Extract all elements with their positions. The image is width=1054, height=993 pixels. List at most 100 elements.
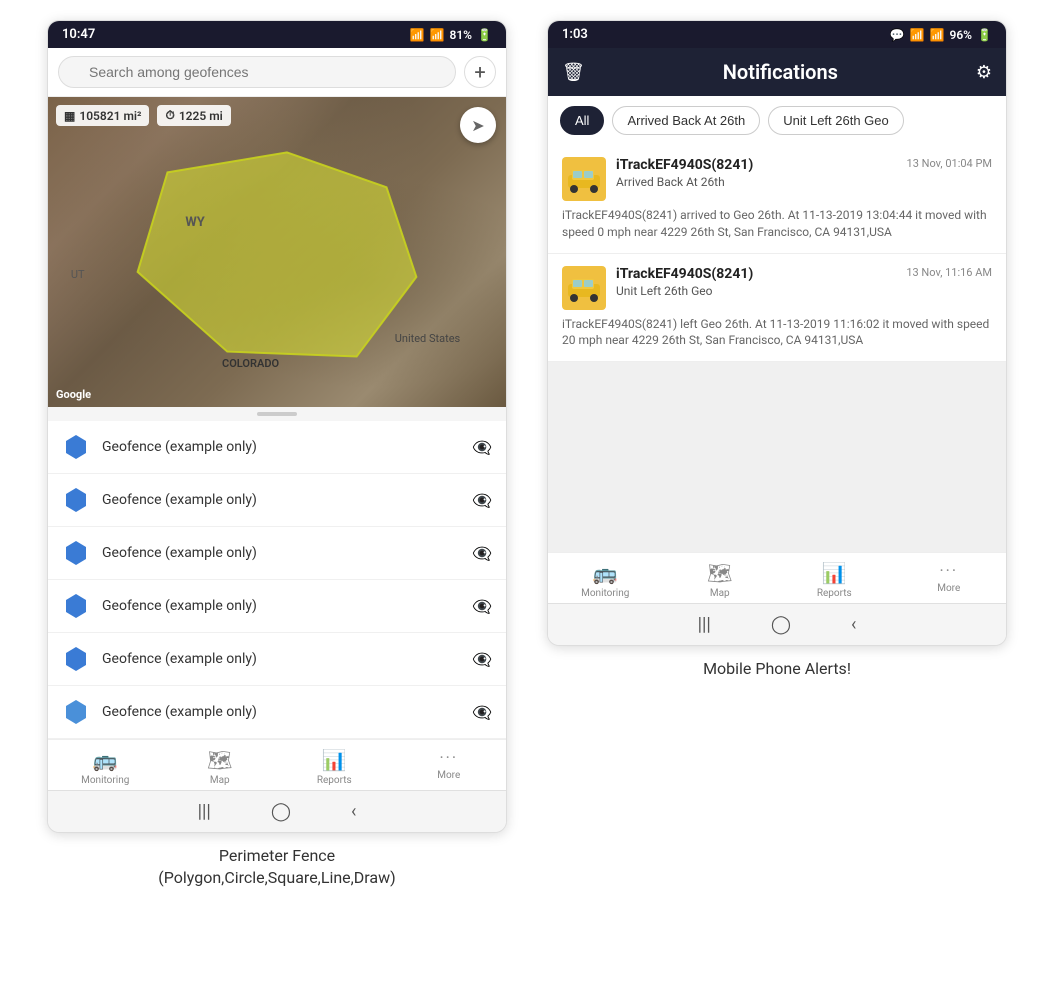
notification-card-1[interactable]: iTrackEF4940S(8241) 13 Nov, 01:04 PM Arr… [548,145,1006,254]
google-logo: Google [56,388,91,401]
search-wrapper[interactable]: 🔍 [58,56,456,88]
battery-label: 81% [449,28,472,42]
nav-map-left[interactable]: 🗺 Map [163,748,278,786]
notif-body-1: iTrackEF4940S(8241) 13 Nov, 01:04 PM Arr… [616,157,992,189]
geofence-icon-1 [62,433,90,461]
geofence-icon-2 [62,486,90,514]
eye-slash-icon-1[interactable]: 👁‍🗨 [472,438,492,457]
notifications-title: Notifications [597,60,964,84]
geofence-icon-4 [62,592,90,620]
right-status-bar: 1:03 💬 📶 📶 96% 🔋 [548,21,1006,48]
recents-button-left[interactable]: ||| [198,801,211,822]
monitoring-label-left: Monitoring [81,775,129,786]
area-icon: ▦ [64,109,75,123]
right-phone-wrapper: 1:03 💬 📶 📶 96% 🔋 🗑 Notifications ⚙ All A… [547,20,1007,681]
list-item[interactable]: Geofence (example only) 👁‍🗨 [48,474,506,527]
stat-area: ▦ 105821 mi² [56,105,149,126]
right-time: 1:03 [562,27,588,42]
notif-header-2: iTrackEF4940S(8241) 13 Nov, 11:16 AM Uni… [562,266,992,310]
back-button-right[interactable]: ‹ [851,614,856,635]
reports-icon-right: 📊 [822,561,847,585]
settings-icon[interactable]: ⚙ [976,62,992,83]
signal-icon-right: 📶 [930,28,945,42]
left-bottom-nav: 🚌 Monitoring 🗺 Map 📊 Reports ··· More [48,739,506,790]
map-stats: ▦ 105821 mi² ⏱ 1225 mi [56,105,231,126]
notif-body-2: iTrackEF4940S(8241) 13 Nov, 11:16 AM Uni… [616,266,992,298]
geofence-name-5: Geofence (example only) [102,651,460,667]
filter-all[interactable]: All [560,106,604,135]
list-item[interactable]: Geofence (example only) 👁‍🗨 [48,686,506,739]
scroll-indicator [48,407,506,421]
eye-slash-icon-5[interactable]: 👁‍🗨 [472,650,492,669]
nav-monitoring-left[interactable]: 🚌 Monitoring [48,748,163,786]
eye-slash-icon-4[interactable]: 👁‍🗨 [472,597,492,616]
search-bar: 🔍 + [48,48,506,97]
filter-left[interactable]: Unit Left 26th Geo [768,106,904,135]
car-avatar-1 [562,157,606,201]
reports-icon-left: 📊 [322,748,347,772]
notification-card-2[interactable]: iTrackEF4940S(8241) 13 Nov, 11:16 AM Uni… [548,254,1006,363]
car-avatar-2 [562,266,606,310]
back-button-left[interactable]: ‹ [351,801,356,822]
geofence-name-6: Geofence (example only) [102,704,460,720]
eye-slash-icon-6[interactable]: 👁‍🗨 [472,703,492,722]
list-item[interactable]: Geofence (example only) 👁‍🗨 [48,527,506,580]
timestamp-2: 13 Nov, 11:16 AM [906,266,992,279]
right-status-icons: 💬 📶 📶 96% 🔋 [890,28,992,42]
more-icon-left: ··· [439,748,458,767]
more-icon-right: ··· [939,561,958,580]
eye-slash-icon-3[interactable]: 👁‍🗨 [472,544,492,563]
left-caption: Perimeter Fence(Polygon,Circle,Square,Li… [158,845,395,890]
left-status-bar: 10:47 📶 📶 81% 🔋 [48,21,506,48]
device-name-1: iTrackEF4940S(8241) [616,157,753,173]
trash-icon[interactable]: 🗑 [562,62,585,83]
scroll-pill [257,412,297,416]
left-time: 10:47 [62,27,95,42]
notif-content-row-2: iTrackEF4940S(8241) 13 Nov, 11:16 AM [616,266,992,282]
geofence-list: Geofence (example only) 👁‍🗨 Geofence (ex… [48,421,506,739]
notifications-header: 🗑 Notifications ⚙ [548,48,1006,96]
map-area[interactable]: ▦ 105821 mi² ⏱ 1225 mi ➤ WY United State… [48,97,506,407]
list-item[interactable]: Geofence (example only) 👁‍🗨 [48,580,506,633]
monitoring-icon-left: 🚌 [93,748,118,772]
notif-header-1: iTrackEF4940S(8241) 13 Nov, 01:04 PM Arr… [562,157,992,201]
signal-icon: 📶 [430,28,445,42]
home-button-left[interactable]: ◯ [271,801,291,822]
eye-slash-icon-2[interactable]: 👁‍🗨 [472,491,492,510]
battery-label-right: 96% [949,28,972,42]
add-geofence-button[interactable]: + [464,56,496,88]
left-phone: 10:47 📶 📶 81% 🔋 🔍 + [47,20,507,833]
geofence-name-1: Geofence (example only) [102,439,460,455]
empty-content-area [548,362,1006,552]
geofence-icon-6 [62,698,90,726]
reports-label-right: Reports [817,588,852,599]
nav-reports-left[interactable]: 📊 Reports [277,748,392,786]
compass-button[interactable]: ➤ [460,107,496,143]
right-sys-nav: ||| ◯ ‹ [548,603,1006,645]
monitoring-icon-right: 🚌 [593,561,618,585]
nav-more-left[interactable]: ··· More [392,748,507,786]
map-label-wy: WY [185,215,204,230]
recents-button-right[interactable]: ||| [698,614,711,635]
map-label-left: Map [210,775,230,786]
map-icon-left: 🗺 [207,748,232,772]
list-item[interactable]: Geofence (example only) 👁‍🗨 [48,421,506,474]
more-label-right: More [937,583,960,594]
description-1: iTrackEF4940S(8241) arrived to Geo 26th.… [562,207,992,241]
nav-more-right[interactable]: ··· More [892,561,1007,599]
battery-icon-right: 🔋 [977,28,992,42]
map-label-right: Map [710,588,730,599]
distance-icon: ⏱ [165,108,174,123]
event-type-1: Arrived Back At 26th [616,175,992,189]
list-item[interactable]: Geofence (example only) 👁‍🗨 [48,633,506,686]
filter-arrived[interactable]: Arrived Back At 26th [612,106,760,135]
home-button-right[interactable]: ◯ [771,614,791,635]
geofence-icon-5 [62,645,90,673]
nav-reports-right[interactable]: 📊 Reports [777,561,892,599]
car-icon-1 [564,165,604,193]
nav-map-right[interactable]: 🗺 Map [663,561,778,599]
device-name-2: iTrackEF4940S(8241) [616,266,753,282]
nav-monitoring-right[interactable]: 🚌 Monitoring [548,561,663,599]
search-input[interactable] [58,56,456,88]
right-caption: Mobile Phone Alerts! [703,658,851,680]
